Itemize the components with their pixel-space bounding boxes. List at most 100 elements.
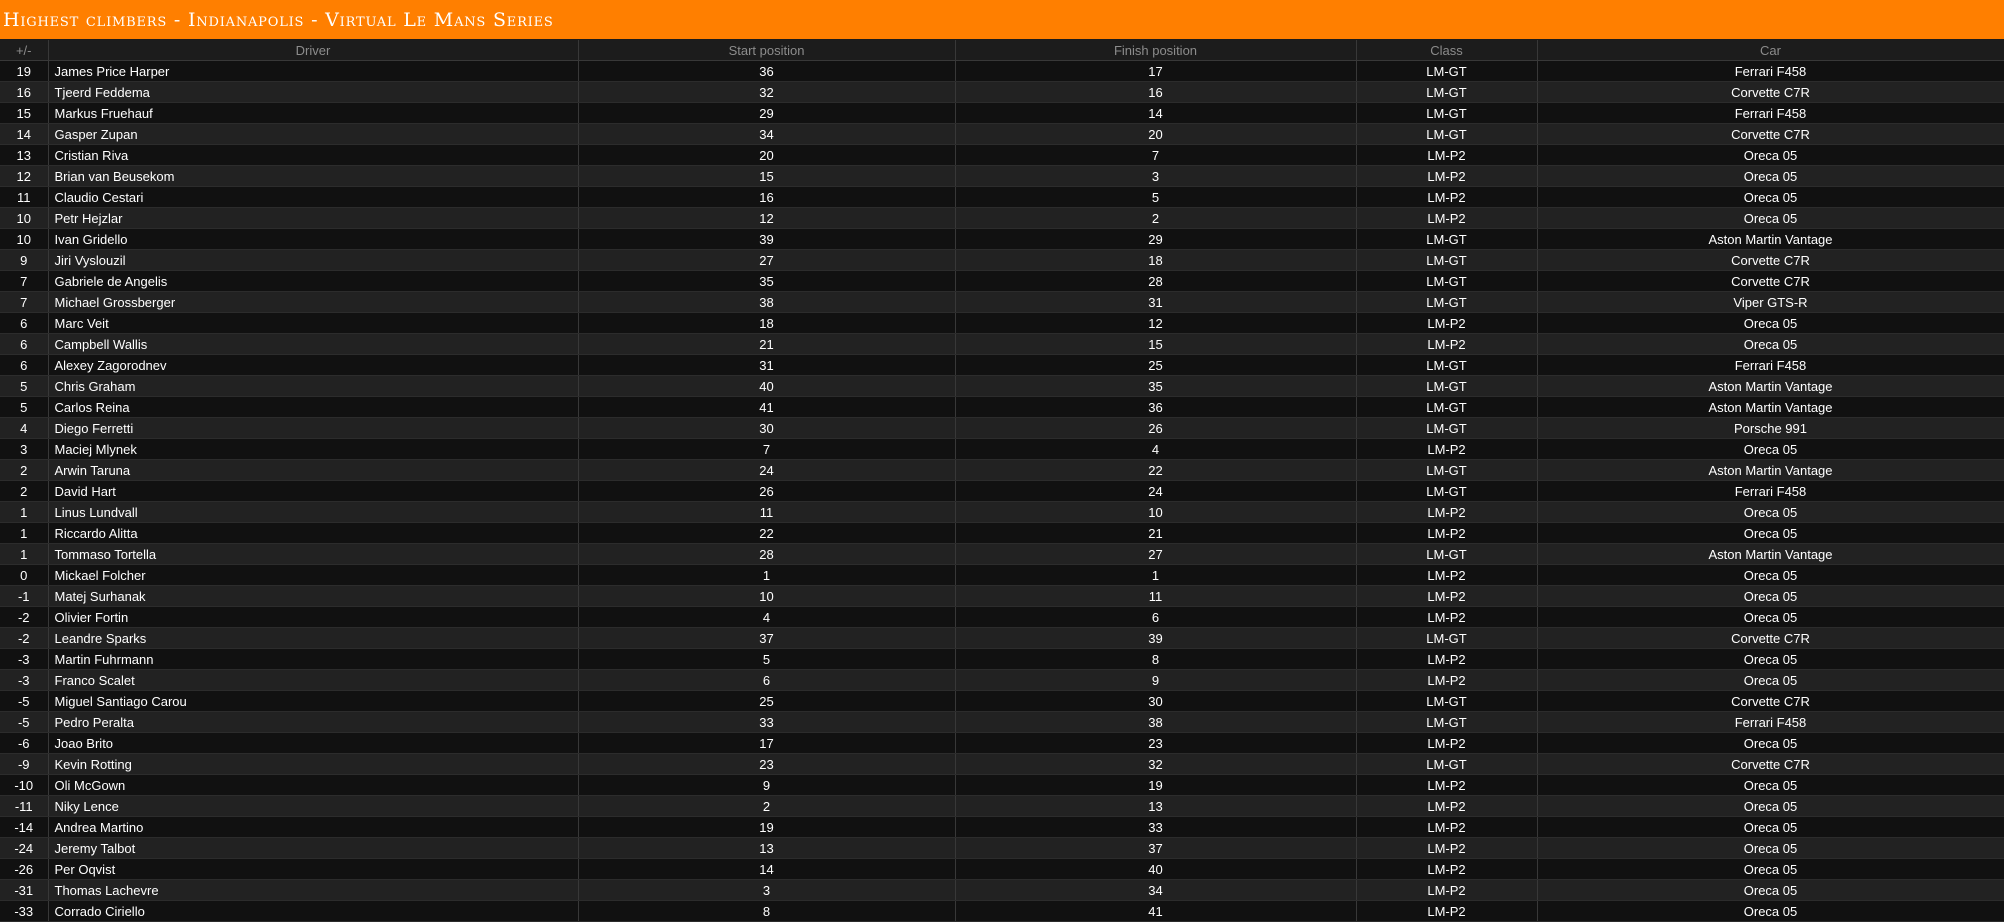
column-header-class[interactable]: Class (1356, 40, 1538, 61)
cell-start-position: 24 (578, 459, 956, 481)
cell-start-position: 28 (578, 543, 956, 565)
cell-finish-position: 20 (955, 123, 1357, 145)
cell-finish-position: 14 (955, 102, 1357, 124)
cell-class: LM-P2 (1356, 501, 1538, 523)
cell-driver: Miguel Santiago Carou (48, 690, 579, 712)
cell-class: LM-GT (1356, 270, 1538, 292)
cell-driver: Marc Veit (48, 312, 579, 334)
cell-finish-position: 13 (955, 795, 1357, 817)
cell-class: LM-P2 (1356, 207, 1538, 229)
cell-class: LM-GT (1356, 291, 1538, 313)
cell-start-position: 11 (578, 501, 956, 523)
cell-car: Corvette C7R (1537, 81, 2004, 103)
cell-class: LM-P2 (1356, 585, 1538, 607)
cell-class: LM-GT (1356, 543, 1538, 565)
table-row: 14 Gasper Zupan 34 20 LM-GT Corvette C7R (0, 123, 2004, 145)
cell-class: LM-GT (1356, 60, 1538, 82)
cell-class: LM-GT (1356, 711, 1538, 733)
cell-car: Oreca 05 (1537, 606, 2004, 628)
cell-car: Aston Martin Vantage (1537, 543, 2004, 565)
cell-car: Ferrari F458 (1537, 480, 2004, 502)
cell-driver: Olivier Fortin (48, 606, 579, 628)
cell-start-position: 14 (578, 858, 956, 880)
cell-finish-position: 37 (955, 837, 1357, 859)
cell-class: LM-P2 (1356, 564, 1538, 586)
cell-finish-position: 7 (955, 144, 1357, 166)
cell-driver: Pedro Peralta (48, 711, 579, 733)
cell-class: LM-GT (1356, 375, 1538, 397)
cell-driver: Martin Fuhrmann (48, 648, 579, 670)
table-row: -10 Oli McGown 9 19 LM-P2 Oreca 05 (0, 774, 2004, 796)
table-row: 1 Linus Lundvall 11 10 LM-P2 Oreca 05 (0, 501, 2004, 523)
cell-finish-position: 25 (955, 354, 1357, 376)
table-row: 13 Cristian Riva 20 7 LM-P2 Oreca 05 (0, 144, 2004, 166)
cell-driver: Joao Brito (48, 732, 579, 754)
cell-driver: Jiri Vyslouzil (48, 249, 579, 271)
climbers-table: +/- Driver Start position Finish positio… (0, 40, 2004, 922)
cell-diff: 9 (0, 249, 49, 271)
cell-finish-position: 8 (955, 648, 1357, 670)
cell-start-position: 1 (578, 564, 956, 586)
cell-class: LM-GT (1356, 81, 1538, 103)
cell-finish-position: 10 (955, 501, 1357, 523)
cell-start-position: 34 (578, 123, 956, 145)
cell-start-position: 31 (578, 354, 956, 376)
cell-driver: Andrea Martino (48, 816, 579, 838)
column-header-diff[interactable]: +/- (0, 40, 49, 61)
table-row: -5 Pedro Peralta 33 38 LM-GT Ferrari F458 (0, 711, 2004, 733)
cell-car: Aston Martin Vantage (1537, 459, 2004, 481)
cell-car: Oreca 05 (1537, 312, 2004, 334)
cell-finish-position: 16 (955, 81, 1357, 103)
cell-start-position: 3 (578, 879, 956, 901)
cell-car: Aston Martin Vantage (1537, 228, 2004, 250)
column-header-driver[interactable]: Driver (48, 40, 579, 61)
cell-diff: 1 (0, 522, 49, 544)
cell-diff: 4 (0, 417, 49, 439)
cell-start-position: 7 (578, 438, 956, 460)
cell-finish-position: 9 (955, 669, 1357, 691)
cell-car: Corvette C7R (1537, 270, 2004, 292)
table-row: 2 David Hart 26 24 LM-GT Ferrari F458 (0, 480, 2004, 502)
cell-diff: -2 (0, 606, 49, 628)
cell-finish-position: 19 (955, 774, 1357, 796)
column-header-finish-position[interactable]: Finish position (955, 40, 1357, 61)
cell-diff: -2 (0, 627, 49, 649)
cell-driver: Niky Lence (48, 795, 579, 817)
cell-diff: 1 (0, 543, 49, 565)
cell-class: LM-P2 (1356, 858, 1538, 880)
cell-diff: -33 (0, 900, 49, 922)
cell-class: LM-P2 (1356, 648, 1538, 670)
cell-car: Aston Martin Vantage (1537, 375, 2004, 397)
cell-car: Ferrari F458 (1537, 711, 2004, 733)
table-row: -31 Thomas Lachevre 3 34 LM-P2 Oreca 05 (0, 879, 2004, 901)
cell-car: Oreca 05 (1537, 333, 2004, 355)
cell-car: Oreca 05 (1537, 900, 2004, 922)
cell-class: LM-P2 (1356, 837, 1538, 859)
cell-driver: Riccardo Alitta (48, 522, 579, 544)
cell-class: LM-P2 (1356, 774, 1538, 796)
cell-car: Oreca 05 (1537, 144, 2004, 166)
cell-start-position: 21 (578, 333, 956, 355)
cell-start-position: 40 (578, 375, 956, 397)
cell-start-position: 30 (578, 417, 956, 439)
table-row: -33 Corrado Ciriello 8 41 LM-P2 Oreca 05 (0, 900, 2004, 922)
column-header-car[interactable]: Car (1537, 40, 2004, 61)
cell-start-position: 27 (578, 249, 956, 271)
cell-diff: 14 (0, 123, 49, 145)
cell-car: Corvette C7R (1537, 690, 2004, 712)
cell-finish-position: 17 (955, 60, 1357, 82)
cell-car: Aston Martin Vantage (1537, 396, 2004, 418)
cell-car: Oreca 05 (1537, 858, 2004, 880)
cell-driver: Maciej Mlynek (48, 438, 579, 460)
cell-diff: -9 (0, 753, 49, 775)
cell-driver: Mickael Folcher (48, 564, 579, 586)
table-row: 10 Ivan Gridello 39 29 LM-GT Aston Martin Van… (0, 228, 2004, 250)
table-body: 19 James Price Harper 36 17 LM-GT Ferrari F45… (0, 60, 2004, 922)
cell-driver: Arwin Taruna (48, 459, 579, 481)
cell-diff: 0 (0, 564, 49, 586)
cell-class: LM-GT (1356, 123, 1538, 145)
cell-start-position: 12 (578, 207, 956, 229)
column-header-start-position[interactable]: Start position (578, 40, 956, 61)
cell-driver: Diego Ferretti (48, 417, 579, 439)
cell-driver: Tommaso Tortella (48, 543, 579, 565)
